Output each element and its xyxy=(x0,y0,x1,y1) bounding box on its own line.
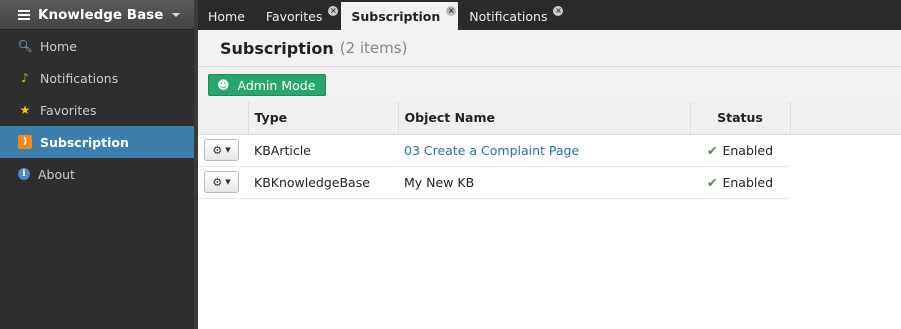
check-icon: ✔ xyxy=(707,174,718,190)
sidebar-item-label: Favorites xyxy=(40,102,97,118)
table-header-row: Type Object Name Status xyxy=(198,102,901,135)
table-row: ⚙ ▼ KBKnowledgeBase My New KB ✔ Enabled xyxy=(198,166,901,199)
bell-icon: ♪ xyxy=(21,71,29,85)
tab-label: Notifications xyxy=(469,8,548,24)
object-name-text: My New KB xyxy=(404,174,475,190)
status-cell: ✔ Enabled xyxy=(690,166,790,199)
sidebar-item-label: Subscription xyxy=(40,134,129,150)
column-header-object-name[interactable]: Object Name xyxy=(398,102,691,135)
subscription-table: Type Object Name Status ⚙ ▼ KBArticle 03 … xyxy=(198,102,901,199)
rss-icon: ) xyxy=(18,135,32,149)
tab-home[interactable]: Home xyxy=(198,2,255,30)
chevron-down-icon[interactable] xyxy=(172,13,180,17)
column-header-actions xyxy=(198,102,249,135)
sidebar-item-favorites[interactable]: ★ Favorites xyxy=(0,94,194,126)
type-cell: KBArticle xyxy=(248,134,398,167)
row-actions-cell: ⚙ ▼ xyxy=(198,134,248,167)
type-cell: KBKnowledgeBase xyxy=(248,166,398,199)
close-icon[interactable]: × xyxy=(553,6,564,16)
chevron-down-icon: ▼ xyxy=(225,178,231,186)
column-header-status[interactable]: Status xyxy=(690,102,791,135)
row-filler xyxy=(790,134,901,166)
sidebar-header[interactable]: Knowledge Base xyxy=(0,0,194,30)
sidebar: Knowledge Base 🔍︎ Home ♪ Notifications ★… xyxy=(0,0,194,329)
gear-icon: ⚙ xyxy=(212,143,223,157)
page-title: Subscription xyxy=(220,38,334,58)
tab-notifications[interactable]: Notifications × xyxy=(459,2,565,30)
info-icon: i xyxy=(18,168,30,180)
status-text: Enabled xyxy=(722,174,773,190)
sidebar-item-subscription[interactable]: ) Subscription xyxy=(0,126,194,158)
column-header-filler xyxy=(790,102,901,135)
table-row: ⚙ ▼ KBArticle 03 Create a Complaint Page … xyxy=(198,134,901,167)
check-icon: ✔ xyxy=(707,142,718,158)
sidebar-item-label: Home xyxy=(40,38,77,54)
row-filler xyxy=(790,166,901,198)
object-name-cell: 03 Create a Complaint Page xyxy=(398,134,690,167)
item-count: (2 items) xyxy=(339,39,408,57)
admin-mode-label: Admin Mode xyxy=(237,77,316,93)
admin-mode-button[interactable]: ☻ Admin Mode xyxy=(208,74,327,96)
tab-bar: Home Favorites × Subscription × Notifica… xyxy=(198,0,901,30)
tab-label: Subscription xyxy=(351,8,441,24)
column-header-type[interactable]: Type xyxy=(248,102,399,135)
sidebar-title: Knowledge Base xyxy=(38,6,164,23)
toolbar: ☻ Admin Mode xyxy=(198,67,901,102)
status-text: Enabled xyxy=(722,142,773,158)
tab-label: Favorites xyxy=(265,8,323,24)
users-icon: ☻ xyxy=(217,78,230,92)
sidebar-item-notifications[interactable]: ♪ Notifications xyxy=(0,62,194,94)
row-actions-cell: ⚙ ▼ xyxy=(198,166,248,199)
status-cell: ✔ Enabled xyxy=(690,134,790,167)
gear-icon: ⚙ xyxy=(212,175,223,189)
page-header: Subscription (2 items) xyxy=(198,30,901,67)
sidebar-item-home[interactable]: 🔍︎ Home xyxy=(0,30,194,62)
row-actions-button[interactable]: ⚙ ▼ xyxy=(204,139,239,161)
object-name-cell: My New KB xyxy=(398,166,690,199)
sidebar-item-label: About xyxy=(38,166,75,182)
sidebar-item-label: Notifications xyxy=(40,70,119,86)
search-icon: 🔍︎ xyxy=(17,39,33,53)
tab-subscription[interactable]: Subscription × xyxy=(341,2,459,30)
menu-icon[interactable] xyxy=(18,9,30,20)
tab-favorites[interactable]: Favorites × xyxy=(256,2,340,30)
row-actions-button[interactable]: ⚙ ▼ xyxy=(204,171,239,193)
object-name-link[interactable]: 03 Create a Complaint Page xyxy=(404,143,579,158)
close-icon[interactable]: × xyxy=(328,6,339,16)
close-icon[interactable]: × xyxy=(446,6,457,16)
tab-label: Home xyxy=(208,8,245,24)
main-content: Subscription (2 items) ☻ Admin Mode Type… xyxy=(198,30,901,329)
sidebar-item-about[interactable]: i About xyxy=(0,158,194,190)
chevron-down-icon: ▼ xyxy=(225,146,231,154)
star-icon: ★ xyxy=(19,103,31,117)
